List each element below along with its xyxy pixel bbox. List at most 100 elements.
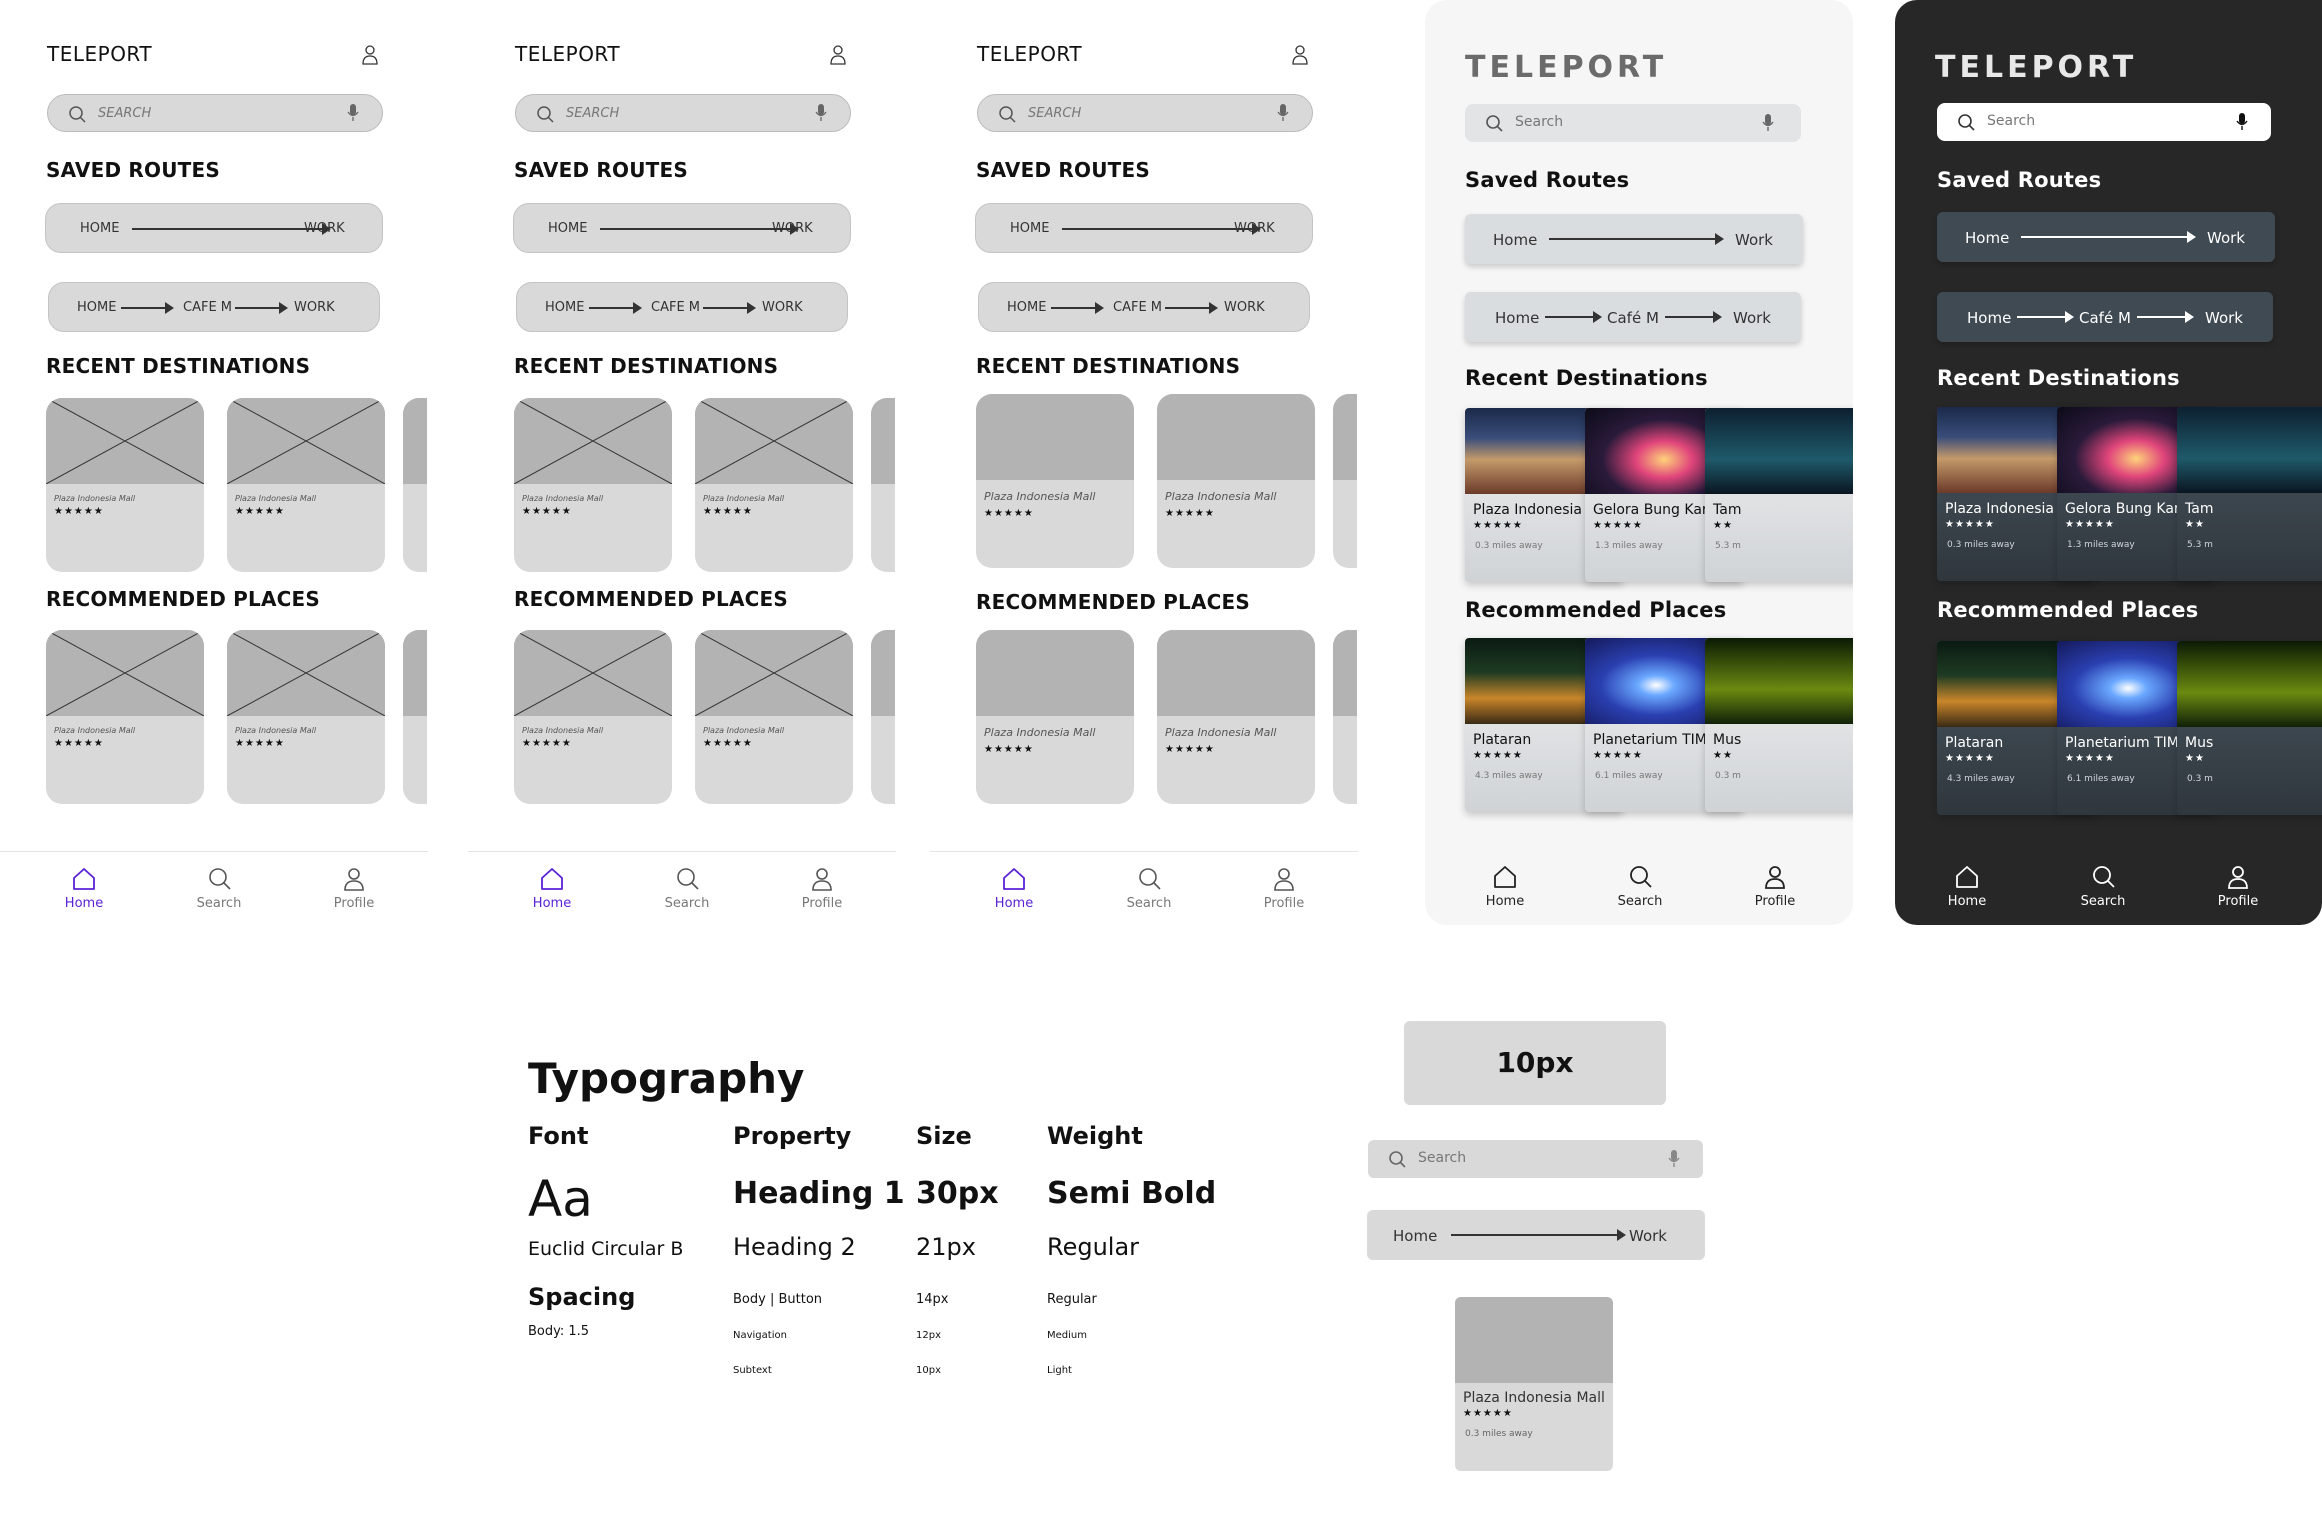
saved-route-home-work[interactable]: Home Work [1465,214,1803,264]
recommended-places-heading: Recommended Places [1465,598,1727,622]
card-name: Mus [1713,732,1742,748]
search-input[interactable]: SEARCH [515,94,851,132]
radius-swatch: 10px [1404,1021,1666,1105]
home-icon [541,868,563,890]
place-card[interactable]: Plaza Indonesia Mall ★★★★★ [976,394,1134,568]
home-icon [1956,866,1978,888]
component-route[interactable]: Home Work [1367,1210,1705,1260]
nav-profile[interactable]: Profile [314,866,394,911]
bottom-navigation: Home Search Profile [0,851,428,925]
microphone-icon[interactable] [346,103,360,123]
nav-home[interactable]: Home [1465,864,1545,909]
saved-route-home-cafe-work[interactable]: HOME CAFE M WORK [48,282,380,332]
microphone-icon[interactable] [814,103,828,123]
place-card[interactable]: Plaza Indonesia Mall ★★★★★ [227,398,385,572]
nav-home[interactable]: Home [44,866,124,911]
place-card-partial[interactable] [871,630,895,804]
nav-search[interactable]: Search [179,866,259,911]
microphone-icon[interactable] [1761,113,1775,133]
spacing-heading: Spacing [528,1283,636,1311]
search-input[interactable]: SEARCH [47,94,383,132]
place-card[interactable]: Plaza Indonesia Mall ★★★★★ [976,630,1134,804]
microphone-icon[interactable] [1667,1149,1681,1169]
card-rating: ★★★★★ [1165,508,1215,519]
card-rating: ★★★★★ [2065,519,2115,530]
profile-icon[interactable] [361,44,379,66]
type-property: Heading 2 [733,1233,856,1261]
card-rating: ★★ [1713,750,1733,761]
component-card[interactable]: Plaza Indonesia Mall ★★★★★ 0.3 miles awa… [1455,1297,1613,1471]
search-input[interactable]: Search [1465,104,1801,142]
type-size: 12px [916,1330,941,1341]
place-card-partial[interactable] [1333,630,1357,804]
place-card[interactable]: Plaza Indonesia Mall ★★★★★ [695,630,853,804]
type-size: 30px [916,1176,999,1211]
place-card[interactable]: Plaza Indonesia Mall ★★★★★ [1157,630,1315,804]
type-weight: Light [1047,1365,1072,1376]
nav-search[interactable]: Search [1600,864,1680,909]
place-card[interactable]: Plaza Indonesia Mall ★★★★★ [46,630,204,804]
place-card-partial[interactable] [871,398,895,572]
place-card-partial[interactable] [403,630,427,804]
property-column-header: Property [733,1122,852,1150]
component-search-input[interactable]: Search [1368,1140,1703,1178]
microphone-icon[interactable] [2235,112,2249,132]
nav-search[interactable]: Search [2063,864,2143,909]
nav-home[interactable]: Home [512,866,592,911]
profile-icon [1274,868,1294,891]
place-card-partial[interactable] [1333,394,1357,568]
type-size: 14px [916,1292,949,1307]
place-card[interactable]: Plaza Indonesia Mall ★★★★★ [514,630,672,804]
microphone-icon[interactable] [1276,103,1290,123]
place-card[interactable]: Plaza Indonesia Mall ★★★★★ [1157,394,1315,568]
card-name: Plaza Indonesia Mall [1165,490,1277,503]
place-card[interactable]: Tam ★★ 5.3 m [1705,408,1853,582]
nav-profile[interactable]: Profile [782,866,862,911]
profile-icon [344,868,364,891]
image-placeholder-icon [695,630,853,716]
place-card[interactable]: Plaza Indonesia Mall ★★★★★ [46,398,204,572]
saved-route-home-cafe-work[interactable]: Home Café M Work [1937,292,2273,342]
search-input[interactable]: SEARCH [977,94,1313,132]
saved-route-home-work[interactable]: HOME WORK [975,203,1313,253]
nav-profile[interactable]: Profile [1735,864,1815,909]
saved-route-home-work[interactable]: HOME WORK [513,203,851,253]
place-photo [1705,638,1853,724]
nav-profile[interactable]: Profile [2198,864,2278,909]
search-placeholder: SEARCH [98,106,152,121]
card-rating: ★★★★★ [54,738,104,749]
place-card[interactable]: Plaza Indonesia Mall ★★★★★ [695,398,853,572]
nav-home[interactable]: Home [1927,864,2007,909]
nav-search[interactable]: Search [647,866,727,911]
saved-route-home-cafe-work[interactable]: Home Café M Work [1465,292,1801,342]
place-card[interactable]: Plaza Indonesia Mall ★★★★★ [514,398,672,572]
card-rating: ★★ [2185,753,2205,764]
place-card[interactable]: Plaza Indonesia Mall ★★★★★ [227,630,385,804]
search-icon [1630,866,1652,888]
card-rating: ★★ [2185,519,2205,530]
nav-home[interactable]: Home [974,866,1054,911]
place-card-partial[interactable] [403,398,427,572]
place-card[interactable]: Tam ★★ 5.3 m [2177,407,2322,581]
card-distance: 0.3 m [1715,771,1741,781]
nav-search[interactable]: Search [1109,866,1189,911]
profile-icon[interactable] [1291,44,1309,66]
profile-icon[interactable] [829,44,847,66]
search-icon [2093,866,2115,888]
search-input[interactable]: Search [1937,103,2271,141]
nav-profile[interactable]: Profile [1244,866,1324,911]
type-property: Subtext [733,1365,772,1376]
saved-route-home-work[interactable]: Home Work [1937,212,2275,262]
place-card[interactable]: Mus ★★ 0.3 m [1705,638,1853,812]
saved-route-home-cafe-work[interactable]: HOME CAFE M WORK [978,282,1310,332]
card-rating: ★★★★★ [703,506,753,517]
saved-routes-heading: Saved Routes [1465,168,1630,192]
wireframe-screen: TELEPORT SEARCH SAVED ROUTES HOME WORK H… [0,0,430,925]
search-icon [537,106,554,123]
image-placeholder-icon [695,398,853,484]
profile-icon [2228,866,2248,889]
saved-route-home-cafe-work[interactable]: HOME CAFE M WORK [516,282,848,332]
type-property: Navigation [733,1330,787,1341]
saved-route-home-work[interactable]: HOME WORK [45,203,383,253]
place-card[interactable]: Mus ★★ 0.3 m [2177,641,2322,815]
